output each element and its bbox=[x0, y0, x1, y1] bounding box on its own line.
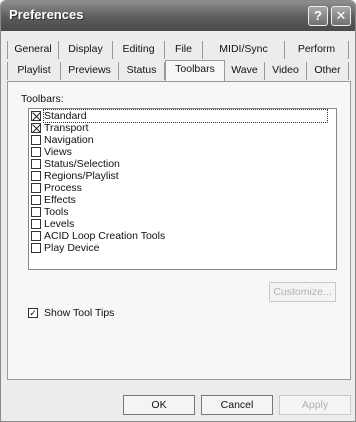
tab-file[interactable]: File bbox=[165, 41, 203, 59]
tab-toolbars[interactable]: Toolbars bbox=[165, 60, 225, 81]
list-item[interactable]: Play Device bbox=[31, 242, 99, 254]
list-item-label: Levels bbox=[44, 218, 75, 230]
acid-loop-creation-tools-checkbox[interactable] bbox=[31, 231, 41, 241]
toolbars-list[interactable]: Standard Transport Navigation Views Stat… bbox=[28, 108, 337, 270]
tab-wave[interactable]: Wave bbox=[225, 62, 265, 80]
list-item[interactable]: Transport bbox=[31, 122, 89, 134]
status-selection-checkbox[interactable] bbox=[31, 159, 41, 169]
show-tool-tips-label: Show Tool Tips bbox=[44, 307, 115, 319]
list-item-label: Standard bbox=[43, 109, 328, 123]
list-item-label: Play Device bbox=[44, 242, 100, 254]
tab-row-2: Playlist Previews Status Toolbars Wave V… bbox=[7, 60, 351, 81]
tab-other[interactable]: Other bbox=[307, 62, 349, 80]
standard-checkbox[interactable] bbox=[31, 111, 41, 121]
tab-video[interactable]: Video bbox=[265, 62, 307, 80]
views-checkbox[interactable] bbox=[31, 147, 41, 157]
list-item[interactable]: Tools bbox=[31, 206, 69, 218]
title-bar[interactable]: Preferences ? ✕ bbox=[1, 1, 355, 31]
list-item[interactable]: Levels bbox=[31, 218, 74, 230]
tab-playlist[interactable]: Playlist bbox=[7, 62, 61, 80]
list-item[interactable]: Effects bbox=[31, 194, 76, 206]
effects-checkbox[interactable] bbox=[31, 195, 41, 205]
preferences-dialog: Preferences ? ✕ General Display Editing … bbox=[0, 0, 356, 422]
list-item-label: Status/Selection bbox=[44, 158, 120, 170]
list-item[interactable]: ACID Loop Creation Tools bbox=[31, 230, 165, 242]
tab-perform[interactable]: Perform bbox=[285, 41, 349, 59]
ok-button[interactable]: OK bbox=[123, 395, 195, 415]
apply-button[interactable]: Apply bbox=[279, 395, 351, 415]
list-item-label: Views bbox=[44, 146, 72, 158]
tab-status[interactable]: Status bbox=[119, 62, 165, 80]
list-item[interactable]: Regions/Playlist bbox=[31, 170, 119, 182]
tab-editing[interactable]: Editing bbox=[113, 41, 165, 59]
tab-previews[interactable]: Previews bbox=[61, 62, 119, 80]
cancel-button[interactable]: Cancel bbox=[201, 395, 273, 415]
list-item-label: Navigation bbox=[44, 134, 94, 146]
play-device-checkbox[interactable] bbox=[31, 243, 41, 253]
tools-checkbox[interactable] bbox=[31, 207, 41, 217]
levels-checkbox[interactable] bbox=[31, 219, 41, 229]
list-item-label: Regions/Playlist bbox=[44, 170, 119, 182]
list-item[interactable]: Navigation bbox=[31, 134, 94, 146]
list-item-label: Process bbox=[44, 182, 82, 194]
regions-playlist-checkbox[interactable] bbox=[31, 171, 41, 181]
show-tool-tips-option[interactable]: ✓ Show Tool Tips bbox=[28, 307, 114, 319]
toolbars-label: Toolbars: bbox=[21, 93, 64, 105]
customize-button[interactable]: Customize... bbox=[269, 282, 336, 302]
tab-midi-sync[interactable]: MIDI/Sync bbox=[203, 41, 285, 59]
list-item[interactable]: Standard bbox=[31, 109, 328, 123]
list-item[interactable]: Views bbox=[31, 146, 72, 158]
list-item-label: Transport bbox=[44, 122, 89, 134]
show-tool-tips-checkbox[interactable]: ✓ bbox=[28, 308, 38, 318]
tab-general[interactable]: General bbox=[7, 41, 59, 59]
process-checkbox[interactable] bbox=[31, 183, 41, 193]
navigation-checkbox[interactable] bbox=[31, 135, 41, 145]
transport-checkbox[interactable] bbox=[31, 123, 41, 133]
dialog-title: Preferences bbox=[9, 7, 84, 22]
tab-row-1: General Display Editing File MIDI/Sync P… bbox=[7, 41, 351, 59]
list-item-label: Effects bbox=[44, 194, 76, 206]
list-item-label: ACID Loop Creation Tools bbox=[44, 230, 166, 242]
list-item[interactable]: Process bbox=[31, 182, 82, 194]
close-button[interactable]: ✕ bbox=[331, 6, 351, 26]
tab-display[interactable]: Display bbox=[59, 41, 113, 59]
list-item-label: Tools bbox=[44, 206, 69, 218]
list-item[interactable]: Status/Selection bbox=[31, 158, 120, 170]
help-button[interactable]: ? bbox=[308, 6, 328, 26]
